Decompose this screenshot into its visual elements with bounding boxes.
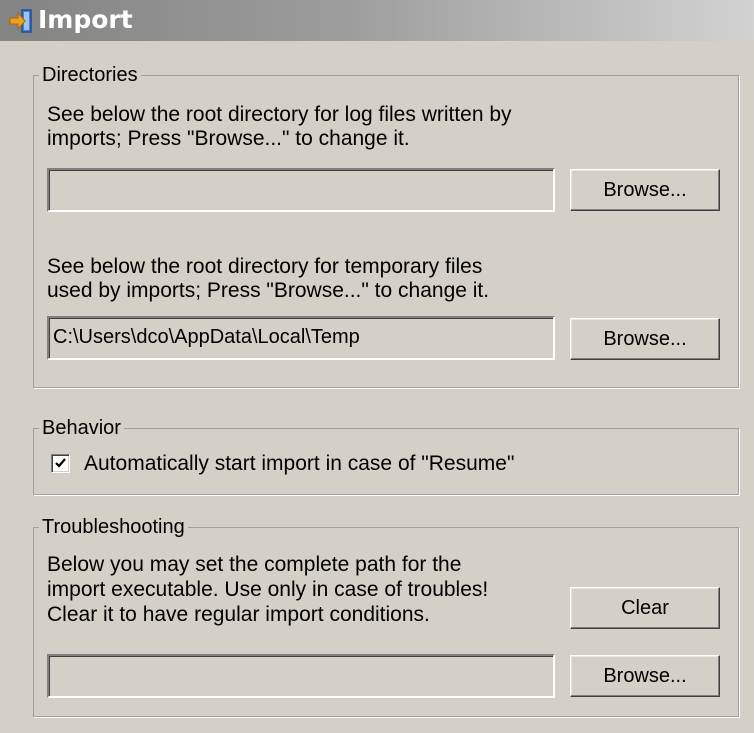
troubleshooting-legend: Troubleshooting [42, 516, 185, 538]
troubleshooting-description-line2: import executable. Use only in case of t… [47, 578, 489, 601]
temp-directory-field[interactable]: C:\Users\dco\AppData\Local\Temp [47, 316, 555, 360]
import-arrow-icon [9, 9, 32, 33]
temp-directory-description-line1: See below the root directory for tempora… [47, 255, 483, 278]
log-directory-field[interactable] [47, 168, 555, 212]
directories-legend: Directories [42, 64, 138, 86]
behavior-legend: Behavior [42, 417, 121, 439]
autostart-checkbox[interactable] [51, 454, 70, 473]
log-directory-description-line1: See below the root directory for log fil… [47, 103, 512, 126]
troubleshooting-description-line3: Clear it to have regular import conditio… [47, 603, 430, 626]
checkmark-icon [55, 458, 66, 468]
panel-title-bar: Import [0, 0, 754, 41]
log-directory-description-line2: imports; Press "Browse..." to change it. [47, 127, 410, 150]
import-executable-field[interactable] [47, 654, 555, 698]
temp-directory-browse-button[interactable]: Browse... [570, 318, 720, 360]
autostart-checkbox-label[interactable]: Automatically start import in case of "R… [84, 452, 514, 476]
import-executable-browse-button[interactable]: Browse... [570, 655, 720, 697]
clear-button[interactable]: Clear [570, 587, 720, 629]
panel-title: Import [38, 5, 133, 34]
temp-directory-description-line2: used by imports; Press "Browse..." to ch… [47, 279, 490, 302]
log-directory-browse-button[interactable]: Browse... [570, 169, 720, 211]
troubleshooting-description-line1: Below you may set the complete path for … [47, 553, 462, 576]
